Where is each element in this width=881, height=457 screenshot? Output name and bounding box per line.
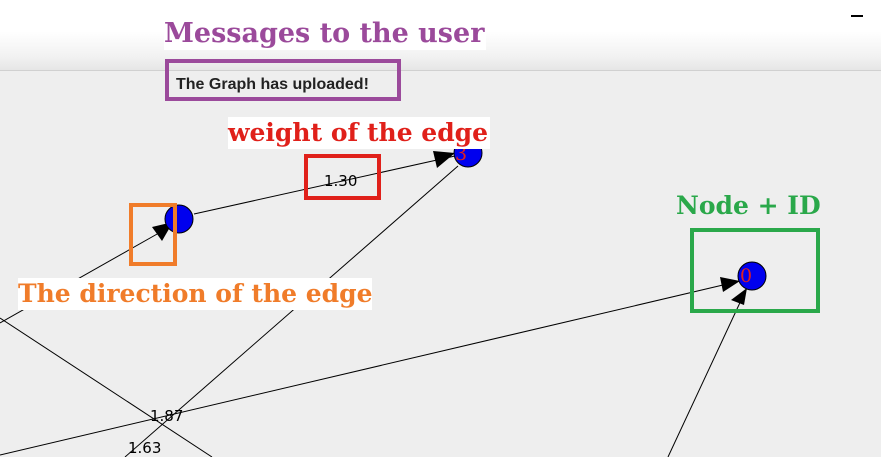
callout-direction: The direction of the edge [18,278,373,310]
direction-highlight-box [129,203,177,266]
arrowhead-icon [433,151,455,168]
callout-weight: weight of the edge [228,117,490,149]
edge-weight-label: 1.87 [150,407,183,425]
edge-weight-label: 1.63 [128,439,161,457]
edge-left-down [0,317,213,457]
status-message: The Graph has uploaded! [176,76,369,93]
edge-bottom-to-0 [667,293,745,457]
node-highlight-box [690,228,820,313]
callout-messages: Messages to the user [164,18,486,50]
weight-highlight-box [304,154,381,200]
callout-node: Node + ID [676,191,821,220]
